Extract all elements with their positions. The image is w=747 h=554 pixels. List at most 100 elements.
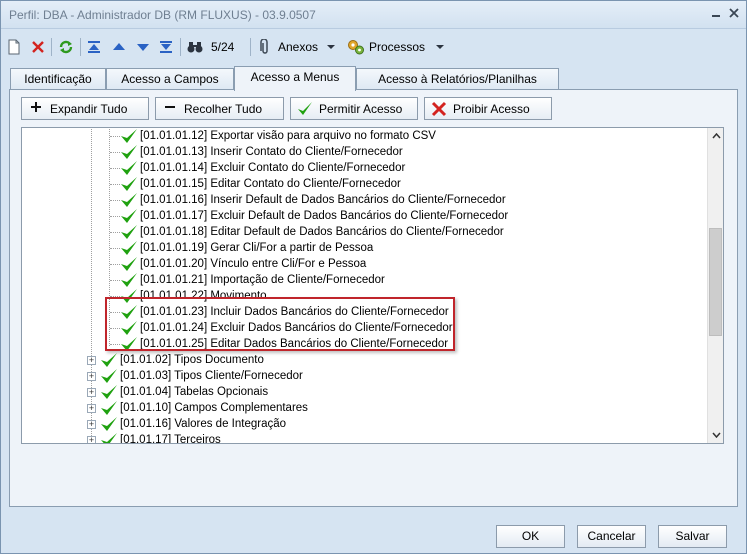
arrow-up-icon <box>113 43 125 50</box>
checkmark-icon[interactable] <box>100 368 118 384</box>
attachments-button[interactable]: Anexos <box>258 36 336 58</box>
toolbar-separator <box>51 38 52 56</box>
new-record-button[interactable] <box>7 36 21 58</box>
tree-item[interactable]: [01.01.01.14] Excluir Contato do Cliente… <box>120 160 405 176</box>
tree-guide-line <box>110 136 120 137</box>
plus-icon <box>28 101 44 117</box>
checkmark-icon[interactable] <box>100 432 118 443</box>
tab-panel: Expandir Tudo Recolher Tudo Permitir Ace… <box>9 89 738 507</box>
tree-guide-line <box>110 216 120 217</box>
expand-all-button[interactable]: Expandir Tudo <box>21 97 149 120</box>
tab-acesso-campos[interactable]: Acesso a Campos <box>106 68 234 90</box>
dialog-window: Perfil: DBA - Administrador DB (RM FLUXU… <box>0 0 747 554</box>
tree-item-label: [01.01.01.15] Editar Contato do Cliente/… <box>140 178 401 190</box>
scroll-up-icon[interactable] <box>708 128 723 144</box>
ok-button[interactable]: OK <box>496 525 565 548</box>
first-record-button[interactable] <box>87 36 101 58</box>
tree-guide-line <box>110 152 120 153</box>
tab-identificacao[interactable]: Identificação <box>10 68 106 90</box>
tree-item-label: [01.01.01.20] Vínculo entre Cli/For e Pe… <box>140 258 367 270</box>
tree-item[interactable]: + [01.01.10] Campos Complementares <box>87 400 308 416</box>
scroll-down-icon[interactable] <box>708 427 723 443</box>
selection-highlight <box>105 297 455 351</box>
tab-strip: Identificação Acesso a Campos Acesso a M… <box>9 66 739 91</box>
expand-icon[interactable]: + <box>87 419 96 429</box>
checkmark-icon[interactable] <box>120 240 138 256</box>
tree-item[interactable]: + [01.01.02] Tipos Documento <box>87 352 264 368</box>
tree-item[interactable]: + [01.01.17] Terceiros <box>87 432 221 444</box>
arrow-down-icon <box>137 44 149 51</box>
tree-item[interactable]: [01.01.01.13] Inserir Contato do Cliente… <box>120 144 403 160</box>
cancel-button[interactable]: Cancelar <box>577 525 646 548</box>
checkmark-icon[interactable] <box>120 224 138 240</box>
toolbar-separator <box>250 38 251 56</box>
new-document-icon <box>8 39 20 55</box>
checkmark-icon[interactable] <box>120 208 138 224</box>
checkmark-icon[interactable] <box>120 128 138 144</box>
deny-access-button[interactable]: Proibir Acesso <box>424 97 552 120</box>
processes-label: Processos <box>369 40 426 54</box>
expand-all-label: Expandir Tudo <box>50 101 128 116</box>
last-record-button[interactable] <box>159 36 173 58</box>
tree-guide-line <box>110 200 120 201</box>
previous-record-button[interactable] <box>112 36 126 58</box>
minimize-icon[interactable] <box>709 7 723 21</box>
allow-access-button[interactable]: Permitir Acesso <box>290 97 418 120</box>
toolbar: 5/24 Anexos Processos <box>1 31 746 63</box>
gears-icon <box>348 40 364 55</box>
tree-item-label: [01.01.01.14] Excluir Contato do Cliente… <box>140 162 406 174</box>
chevron-down-icon <box>327 45 336 49</box>
tree-item[interactable]: [01.01.01.15] Editar Contato do Cliente/… <box>120 176 401 192</box>
tree-guide-line <box>110 264 120 265</box>
expand-icon[interactable]: + <box>87 403 96 413</box>
find-record-button[interactable] <box>187 36 203 58</box>
tree-item-label: [01.01.02] Tipos Documento <box>120 354 264 366</box>
checkmark-icon[interactable] <box>100 416 118 432</box>
tree-item[interactable]: [01.01.01.20] Vínculo entre Cli/For e Pe… <box>120 256 366 272</box>
toolbar-separator <box>80 38 81 56</box>
delete-record-button[interactable] <box>31 36 45 58</box>
expand-icon[interactable]: + <box>87 387 96 397</box>
checkmark-icon[interactable] <box>100 400 118 416</box>
title-bar: Perfil: DBA - Administrador DB (RM FLUXU… <box>1 1 746 29</box>
toolbar-separator <box>180 38 181 56</box>
window-title: Perfil: DBA - Administrador DB (RM FLUXU… <box>9 8 316 22</box>
tree-item-label: [01.01.03] Tipos Cliente/Fornecedor <box>120 370 303 382</box>
checkmark-icon[interactable] <box>120 176 138 192</box>
next-record-button[interactable] <box>136 36 150 58</box>
tree-item[interactable]: [01.01.01.21] Importação de Cliente/Forn… <box>120 272 385 288</box>
tree-item[interactable]: [01.01.01.16] Inserir Default de Dados B… <box>120 192 506 208</box>
tree-item[interactable]: + [01.01.16] Valores de Integração <box>87 416 286 432</box>
tree-item[interactable]: + [01.01.03] Tipos Cliente/Fornecedor <box>87 368 303 384</box>
expand-icon[interactable]: + <box>87 355 96 365</box>
tree-item[interactable]: [01.01.01.12] Exportar visão para arquiv… <box>120 128 436 144</box>
checkmark-icon[interactable] <box>120 256 138 272</box>
checkmark-icon[interactable] <box>100 352 118 368</box>
tab-acesso-menus[interactable]: Acesso a Menus <box>234 66 356 91</box>
expand-icon[interactable]: + <box>87 435 96 443</box>
chevron-down-icon <box>436 45 445 49</box>
collapse-all-button[interactable]: Recolher Tudo <box>155 97 284 120</box>
expand-icon[interactable]: + <box>87 371 96 381</box>
tree-item-label: [01.01.01.12] Exportar visão para arquiv… <box>140 130 436 142</box>
checkmark-icon[interactable] <box>120 144 138 160</box>
paperclip-icon <box>260 39 268 54</box>
close-icon[interactable] <box>727 7 741 21</box>
tree-item[interactable]: [01.01.01.19] Gerar Cli/For a partir de … <box>120 240 373 256</box>
tree-item-label: [01.01.17] Terceiros <box>120 434 221 444</box>
vertical-scrollbar[interactable] <box>707 128 723 443</box>
tree-item-label: [01.01.01.18] Editar Default de Dados Ba… <box>140 226 504 238</box>
refresh-button[interactable] <box>58 36 74 58</box>
tree-item[interactable]: + [01.01.04] Tabelas Opcionais <box>87 384 268 400</box>
checkmark-icon[interactable] <box>120 272 138 288</box>
checkmark-icon[interactable] <box>120 192 138 208</box>
checkmark-icon[interactable] <box>100 384 118 400</box>
scroll-thumb[interactable] <box>709 228 722 336</box>
tree-item[interactable]: [01.01.01.17] Excluir Default de Dados B… <box>120 208 508 224</box>
tree-item[interactable]: [01.01.01.18] Editar Default de Dados Ba… <box>120 224 504 240</box>
save-button[interactable]: Salvar <box>658 525 727 548</box>
menu-tree[interactable]: [01.01.01.12] Exportar visão para arquiv… <box>21 127 724 444</box>
processes-button[interactable]: Processos <box>347 36 445 58</box>
tab-acesso-relatorios[interactable]: Acesso à Relatórios/Planilhas <box>356 68 559 90</box>
checkmark-icon[interactable] <box>120 160 138 176</box>
